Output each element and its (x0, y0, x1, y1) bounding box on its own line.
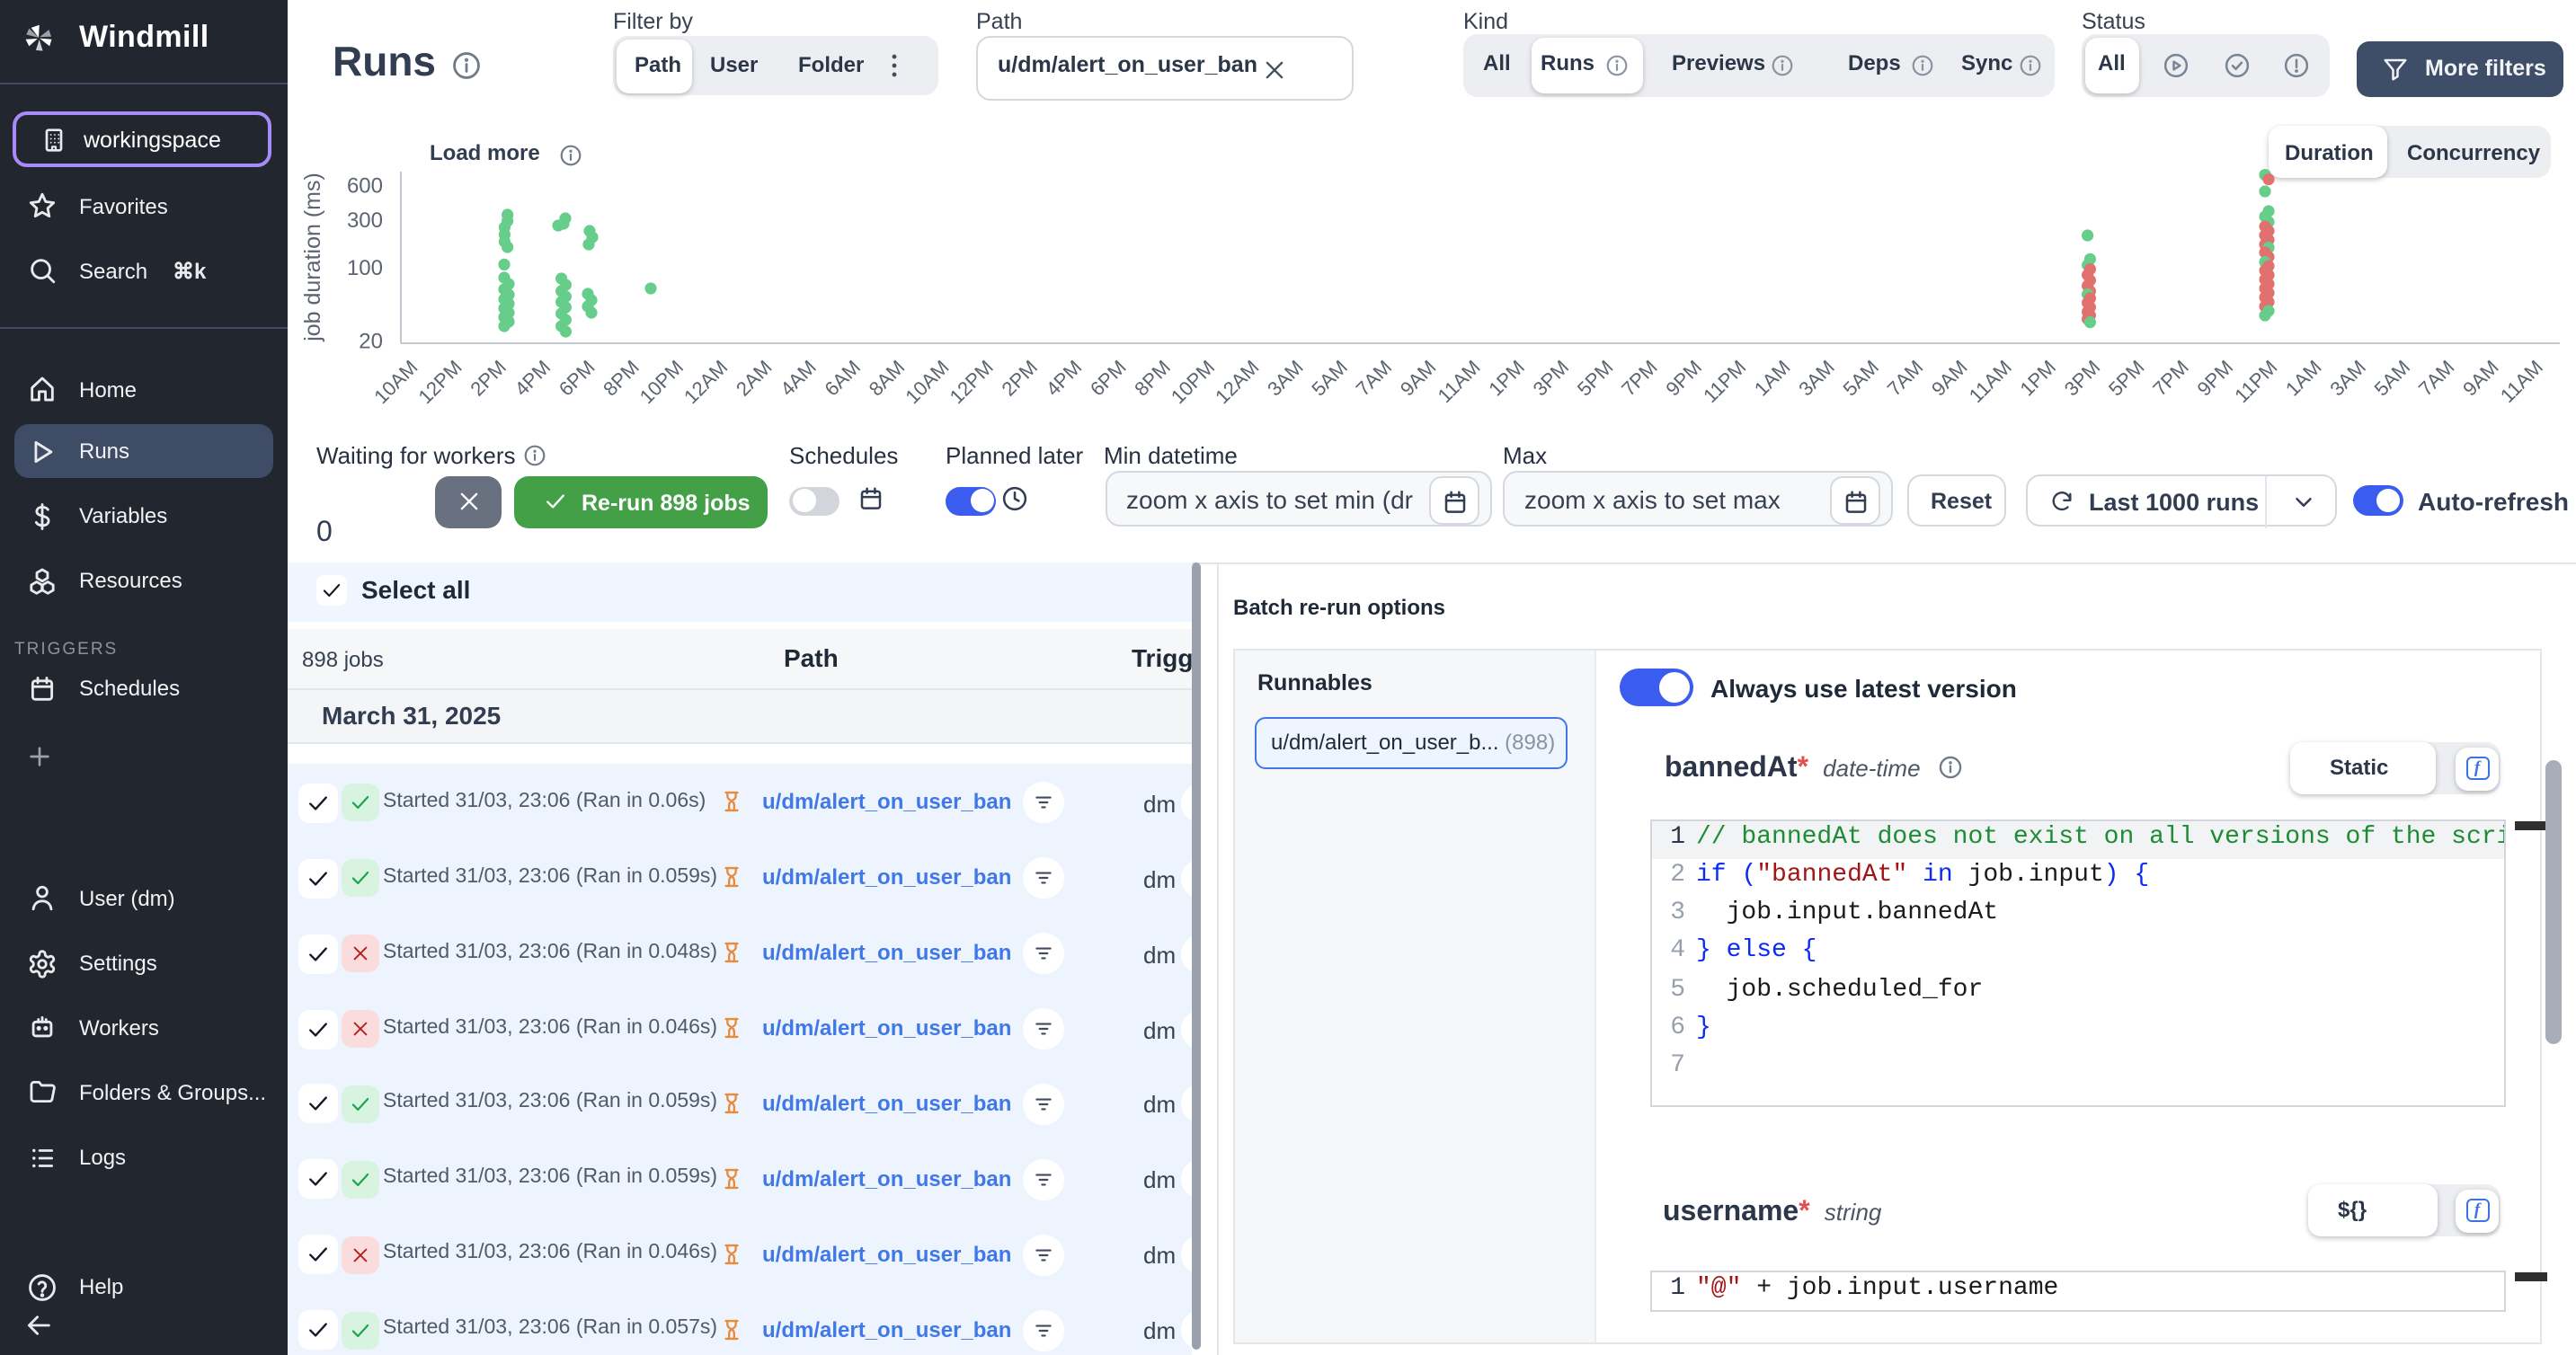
svg-text:9AM: 9AM (1927, 356, 1972, 401)
svg-text:9PM: 9PM (1661, 356, 1706, 401)
svg-text:3PM: 3PM (1529, 356, 1574, 401)
svg-text:2AM: 2AM (732, 356, 777, 401)
svg-text:7AM: 7AM (2414, 356, 2459, 401)
svg-text:11PM: 11PM (1699, 356, 1750, 407)
svg-text:7PM: 7PM (1617, 356, 1662, 401)
svg-text:12PM: 12PM (946, 356, 998, 408)
svg-text:11AM: 11AM (2496, 356, 2547, 407)
svg-text:1AM: 1AM (2281, 356, 2326, 401)
svg-text:1AM: 1AM (1750, 356, 1795, 401)
svg-text:3AM: 3AM (1794, 356, 1839, 401)
svg-text:4PM: 4PM (511, 356, 555, 401)
svg-text:5AM: 5AM (1838, 356, 1883, 401)
svg-text:3AM: 3AM (2325, 356, 2370, 401)
svg-text:5PM: 5PM (1573, 356, 1618, 401)
svg-text:10PM: 10PM (635, 356, 688, 408)
svg-text:9AM: 9AM (2458, 356, 2503, 401)
svg-text:6PM: 6PM (1086, 356, 1131, 401)
svg-text:3AM: 3AM (1263, 356, 1308, 401)
svg-text:11PM: 11PM (2230, 356, 2281, 407)
svg-text:5PM: 5PM (2104, 356, 2149, 401)
svg-text:100: 100 (347, 256, 383, 280)
svg-text:11AM: 11AM (1965, 356, 2016, 407)
svg-text:5AM: 5AM (1307, 356, 1352, 401)
svg-text:10AM: 10AM (369, 356, 422, 408)
svg-text:12AM: 12AM (1211, 356, 1263, 408)
svg-text:20: 20 (359, 330, 383, 354)
svg-text:12PM: 12PM (413, 356, 466, 408)
svg-text:2PM: 2PM (466, 356, 511, 401)
svg-text:10PM: 10PM (1167, 356, 1219, 408)
svg-text:9PM: 9PM (2193, 356, 2238, 401)
svg-text:11AM: 11AM (1434, 356, 1485, 407)
svg-text:1PM: 1PM (1484, 356, 1529, 401)
svg-text:10AM: 10AM (901, 356, 953, 408)
svg-text:2PM: 2PM (998, 356, 1043, 401)
svg-text:job duration (ms): job duration (ms) (300, 173, 325, 342)
svg-text:7AM: 7AM (1352, 356, 1397, 401)
svg-text:600: 600 (347, 173, 383, 198)
svg-text:6PM: 6PM (555, 356, 600, 401)
svg-text:7PM: 7PM (2148, 356, 2193, 401)
svg-text:4AM: 4AM (776, 356, 821, 401)
svg-text:7AM: 7AM (1883, 356, 1928, 401)
svg-text:1PM: 1PM (2015, 356, 2060, 401)
svg-text:5AM: 5AM (2370, 356, 2415, 401)
svg-text:300: 300 (347, 208, 383, 233)
svg-text:4PM: 4PM (1042, 356, 1087, 401)
svg-text:6AM: 6AM (820, 356, 865, 401)
svg-text:9AM: 9AM (1396, 356, 1441, 401)
svg-text:3PM: 3PM (2060, 356, 2105, 401)
svg-text:12AM: 12AM (680, 356, 732, 408)
